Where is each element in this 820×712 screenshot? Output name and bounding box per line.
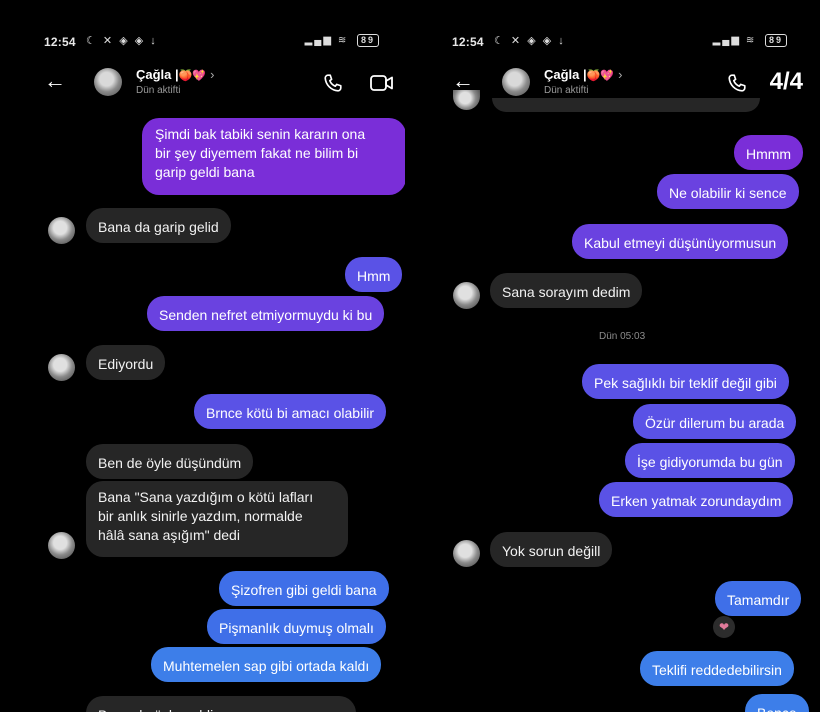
chevron-right-icon: › <box>618 67 623 82</box>
contact-name[interactable]: Çağla |🍑💖 › <box>136 67 214 82</box>
message-bubble-outgoing[interactable]: Ne olabilir ki sence <box>657 174 799 209</box>
back-arrow-icon[interactable]: ← <box>44 70 66 92</box>
message-bubble-incoming[interactable]: Sana sorayım dedim <box>490 273 643 308</box>
message-bubble-outgoing[interactable]: Hmm <box>345 257 403 292</box>
page-count: 4/4 <box>769 68 803 95</box>
message-bubble-outgoing[interactable]: Muhtemelen sap gibi ortada kaldı <box>151 647 382 682</box>
message-bubble-incoming[interactable]: Ediyordu <box>86 345 166 380</box>
avatar[interactable] <box>94 68 122 96</box>
avatar <box>48 532 75 559</box>
contact-status: Dün aktifti <box>544 85 589 96</box>
status-icons: ☾ ✕ ◈ ◈ ↓ <box>494 35 566 47</box>
message-bubble-outgoing[interactable]: Tamamdır <box>715 581 802 616</box>
phone-icon[interactable] <box>322 72 344 94</box>
status-time: 12:54 <box>452 35 484 49</box>
avatar[interactable] <box>502 68 530 96</box>
avatar <box>453 282 480 309</box>
message-bubble-outgoing[interactable]: Özür dilerum bu arada <box>633 404 797 439</box>
message-bubble-outgoing[interactable]: Şimdi bak tabiki senin kararın ona bir ş… <box>142 118 405 195</box>
status-bar: 12:54 ☾ ✕ ◈ ◈ ↓ ▂▄▆ ≋ 89 <box>408 33 813 51</box>
back-arrow-icon[interactable]: ← <box>452 70 474 92</box>
message-list: Şimdi bak tabiki senin kararın ona bir ş… <box>0 104 405 712</box>
avatar <box>48 217 75 244</box>
message-bubble-outgoing[interactable]: Brnce kötü bi amacı olabilir <box>194 394 387 429</box>
message-timestamp: Dün 05:03 <box>599 331 646 342</box>
battery-icon: 89 <box>764 34 787 47</box>
message-bubble-outgoing[interactable]: Pişmanlık duymuş olmalı <box>207 609 386 644</box>
chat-header: ← Çağla |🍑💖 › Dün aktifti <box>0 62 405 104</box>
message-bubble-outgoing[interactable]: Şizofren gibi geldi bana <box>219 571 389 606</box>
message-list: Hmmm Ne olabilir ki sence Kabul etmeyi d… <box>408 90 813 712</box>
message-bubble-incoming[interactable]: Bana da garip gelid <box>86 208 231 243</box>
avatar <box>453 540 480 567</box>
message-bubble-incoming[interactable]: Yok sorun değill <box>490 532 613 567</box>
avatar <box>453 90 480 110</box>
status-bar: 12:54 ☾ ✕ ◈ ◈ ↓ ▂▄▆ ≋ 89 <box>0 33 405 51</box>
message-bubble-incoming[interactable]: Ben de öyle düşündüm <box>86 444 254 479</box>
right-chat-screenshot: 12:54 ☾ ✕ ◈ ◈ ↓ ▂▄▆ ≋ 89 ← Çağla |🍑💖 › Dü… <box>408 0 813 712</box>
message-bubble-outgoing[interactable]: Kabul etmeyi düşünüyormusun <box>572 224 789 259</box>
avatar <box>48 354 75 381</box>
message-bubble-outgoing[interactable]: Erken yatmak zorundaydım <box>599 482 794 517</box>
message-bubble-outgoing[interactable]: Pek sağlıklı bir teklif değil gibi <box>582 364 789 399</box>
message-bubble-outgoing[interactable]: İşe gidiyorumda bu gün <box>625 443 795 478</box>
battery-icon: 89 <box>356 34 379 47</box>
contact-name[interactable]: Çağla |🍑💖 › <box>544 67 622 82</box>
name-emoji: 🍑💖 <box>178 70 207 82</box>
chevron-right-icon: › <box>210 67 215 82</box>
heart-reaction-icon[interactable]: ❤ <box>713 616 735 638</box>
phone-icon[interactable] <box>726 72 748 94</box>
left-chat-screenshot: 12:54 ☾ ✕ ◈ ◈ ↓ ▂▄▆ ≋ 89 ← Çağla |🍑💖 › Dü… <box>0 0 405 712</box>
message-bubble-incoming[interactable]: Bana "Sana yazdığım o kötü lafları bir a… <box>86 481 348 557</box>
message-bubble-outgoing[interactable]: Teklifi reddedebilirsin <box>640 651 794 686</box>
status-icons: ☾ ✕ ◈ ◈ ↓ <box>86 35 158 47</box>
message-bubble-outgoing[interactable]: Hmmm <box>734 135 804 170</box>
message-bubble-partial <box>492 98 760 112</box>
message-bubble-outgoing[interactable]: Bence <box>745 694 809 712</box>
signal-icons: ▂▄▆ ≋ 89 <box>713 34 787 47</box>
name-emoji: 🍑💖 <box>586 70 615 82</box>
status-time: 12:54 <box>44 35 76 49</box>
message-bubble-outgoing[interactable]: Senden nefret etmiyormuydu ki bu <box>147 296 385 331</box>
message-bubble-incoming[interactable]: Bana da öyle geldi <box>86 696 356 712</box>
contact-status: Dün aktifti <box>136 85 181 96</box>
signal-icons: ▂▄▆ ≋ 89 <box>305 34 379 47</box>
video-camera-icon[interactable] <box>370 74 394 92</box>
